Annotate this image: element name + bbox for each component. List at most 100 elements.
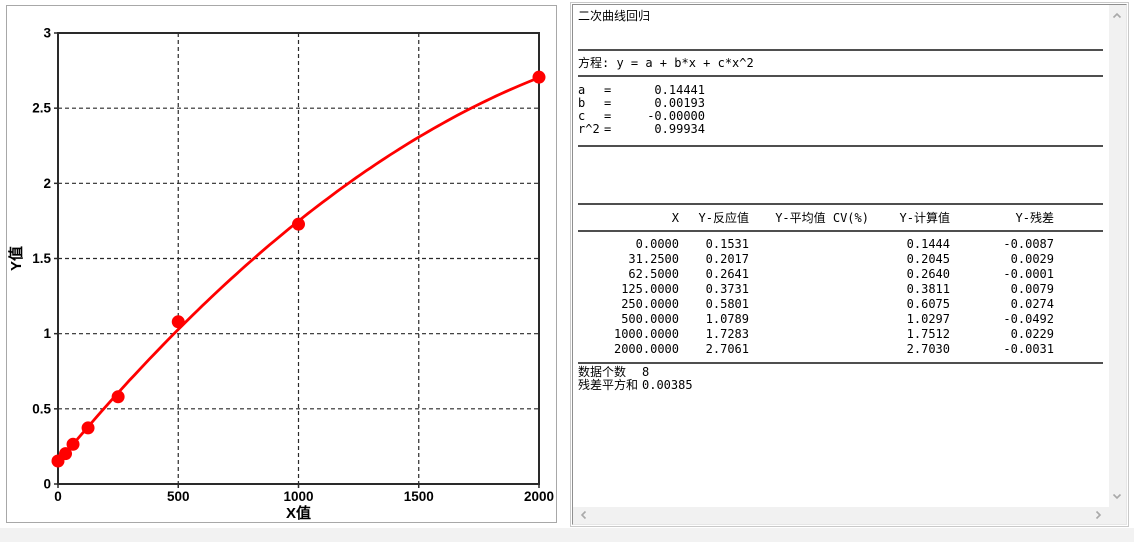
table-row: 31.2500 0.2017 0.2045 0.0029: [578, 252, 1108, 267]
fit-parameters: a = 0.14441 b = 0.00193 c = -0.00000 r^2 = 0.99934: [578, 84, 1108, 136]
svg-text:0.5: 0.5: [32, 401, 51, 416]
table-cell: 0.1444: [906, 237, 950, 251]
table-row: 500.0000 1.0789 1.0297 -0.0492: [578, 312, 1108, 327]
chart-panel: 0 500 1000 1500 2000 0 0.5 1 1.5 2 2.5 3 X值 Y值: [6, 5, 557, 523]
table-cell: 31.2500: [628, 252, 679, 266]
data-point-marker: [532, 70, 546, 84]
summary-label: 残差平方和: [578, 378, 639, 392]
svg-text:2: 2: [43, 176, 51, 191]
table-header-cell: Y-残差: [1015, 211, 1054, 225]
table-cell: 125.0000: [621, 282, 679, 296]
table-cell: 1000.0000: [613, 327, 679, 341]
table-cell: 0.2045: [906, 252, 950, 266]
table-cell: 250.0000: [621, 297, 679, 311]
results-panel: 二次曲线回归 方程: y = a + b*x + c*x^2 a = 0.14441…: [570, 2, 1129, 527]
y-axis-label: Y值: [7, 246, 25, 271]
svg-text:500: 500: [167, 489, 190, 504]
report-summary: 数据个数 8 残差平方和 0.00385: [578, 366, 1108, 392]
table-cell: [749, 327, 869, 342]
window-background-strip: [0, 528, 1134, 542]
table-cell: -0.0001: [1003, 267, 1054, 281]
table-cell: [749, 342, 869, 357]
table-cell: 0.2017: [705, 252, 749, 266]
svg-text:1: 1: [43, 326, 51, 341]
svg-text:2000: 2000: [524, 489, 554, 504]
table-row: 250.0000 0.5801 0.6075 0.0274: [578, 297, 1108, 312]
svg-text:2.5: 2.5: [32, 101, 51, 116]
table-cell: 1.7283: [705, 327, 749, 341]
table-header-row: X Y-反应值 Y-平均值 CV(%) Y-计算值 Y-残差: [578, 211, 1108, 226]
table-cell: 0.5801: [705, 297, 749, 311]
table-cell: [749, 267, 869, 282]
chevron-down-icon[interactable]: [1112, 491, 1122, 501]
table-cell: [749, 237, 869, 252]
svg-text:1000: 1000: [283, 489, 313, 504]
table-cell: 0.3811: [906, 282, 950, 296]
table-cell: 0.6075: [906, 297, 950, 311]
svg-text:0: 0: [54, 489, 62, 504]
summary-line: 残差平方和 0.00385: [578, 379, 1108, 392]
chevron-right-icon[interactable]: [1093, 510, 1103, 520]
parameter-row: r^2 = 0.99934: [578, 123, 1108, 136]
table-cell: 2.7030: [906, 342, 950, 356]
parameter-eq: =: [604, 122, 612, 136]
data-point-marker: [292, 217, 305, 231]
table-cell: 0.0000: [635, 237, 679, 251]
equation-line: 方程: y = a + b*x + c*x^2: [578, 56, 754, 70]
table-cell: 62.5000: [628, 267, 679, 281]
table-cell: 0.2641: [705, 267, 749, 281]
data-point-marker: [111, 390, 125, 404]
app-window: 0 500 1000 1500 2000 0 0.5 1 1.5 2 2.5 3 X值 Y值 二次曲线回归…: [0, 0, 1134, 542]
horizontal-scrollbar[interactable]: [573, 507, 1126, 524]
separator: [578, 145, 1103, 147]
table-row: 0.0000 0.1531 0.1444 -0.0087: [578, 237, 1108, 252]
table-header-cell: X: [671, 211, 679, 225]
table-cell: [749, 297, 869, 312]
table-cell: 2.7061: [705, 342, 749, 356]
results-inner-frame: 二次曲线回归 方程: y = a + b*x + c*x^2 a = 0.14441…: [572, 4, 1127, 525]
table-cell: 0.0029: [1010, 252, 1054, 266]
table-cell: 0.0079: [1010, 282, 1054, 296]
parameter-val: 0.99934: [654, 122, 705, 136]
table-cell: 1.0297: [906, 312, 950, 326]
axis-ticks: [54, 32, 540, 488]
table-cell: 500.0000: [621, 312, 679, 326]
data-point-marker: [66, 437, 80, 451]
separator: [578, 75, 1103, 77]
table-cell: [749, 252, 869, 267]
table-cell: 0.2640: [906, 267, 950, 281]
table-header-cell: Y-计算值: [899, 211, 950, 225]
table-cell: -0.0492: [1003, 312, 1054, 326]
table-cell: 0.1531: [705, 237, 749, 251]
table-header-cell: Y-平均值 CV(%): [775, 211, 869, 225]
regression-chart: 0 500 1000 1500 2000 0 0.5 1 1.5 2 2.5 3 X值 Y值: [7, 26, 554, 523]
svg-text:1500: 1500: [404, 489, 434, 504]
summary-value: 0.00385: [642, 378, 693, 392]
report-title: 二次曲线回归: [578, 9, 651, 23]
vertical-scrollbar[interactable]: [1109, 5, 1126, 507]
chevron-left-icon[interactable]: [579, 510, 589, 520]
svg-text:1.5: 1.5: [32, 251, 51, 266]
x-axis-label: X值: [286, 504, 311, 522]
table-cell: 0.0274: [1010, 297, 1054, 311]
separator: [578, 203, 1103, 205]
table-cell: 2000.0000: [613, 342, 679, 356]
separator: [578, 230, 1103, 232]
separator: [578, 362, 1103, 364]
parameter-name: r^2: [578, 122, 600, 136]
grid: [58, 33, 539, 484]
table-row: 125.0000 0.3731 0.3811 0.0079: [578, 282, 1108, 297]
svg-text:3: 3: [43, 26, 51, 41]
table-row: 62.5000 0.2641 0.2640 -0.0001: [578, 267, 1108, 282]
results-report[interactable]: 二次曲线回归 方程: y = a + b*x + c*x^2 a = 0.14441…: [575, 6, 1108, 506]
table-cell: 0.0229: [1010, 327, 1054, 341]
table-cell: 1.0789: [705, 312, 749, 326]
table-body: 0.0000 0.1531 0.1444 -0.0087 31.2500 0.2017 0.…: [578, 237, 1108, 357]
data-point-marker: [171, 315, 185, 329]
svg-text:0: 0: [43, 477, 51, 492]
table-row: 1000.0000 1.7283 1.7512 0.0229: [578, 327, 1108, 342]
table-cell: [749, 312, 869, 327]
table-cell: -0.0031: [1003, 342, 1054, 356]
chevron-up-icon[interactable]: [1112, 11, 1122, 21]
table-cell: -0.0087: [1003, 237, 1054, 251]
